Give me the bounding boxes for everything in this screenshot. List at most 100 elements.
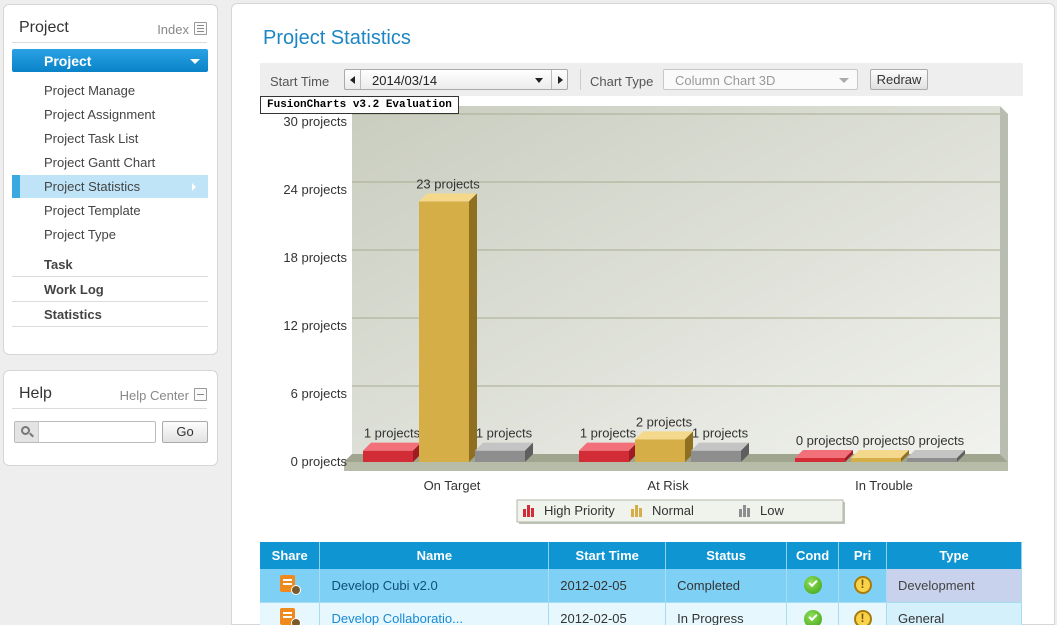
bar-low <box>691 450 741 462</box>
help-panel-title: Help <box>19 385 52 402</box>
col-header-start-time[interactable]: Start Time <box>548 542 667 569</box>
share-cell[interactable] <box>260 569 321 603</box>
chart-floor-edge <box>344 462 1008 471</box>
bar-high-priority <box>363 450 413 462</box>
chart-toolbar: Start Time 2014/03/14 Chart Type Column … <box>260 63 1023 96</box>
data-label: 1 projects <box>580 426 637 441</box>
sidebar-group-task[interactable]: Task <box>12 252 208 277</box>
evaluation-badge: FusionCharts v3.2 Evaluation <box>260 96 459 114</box>
index-list-icon[interactable] <box>194 22 207 35</box>
share-document-icon[interactable] <box>279 573 301 595</box>
share-cell[interactable] <box>260 602 321 625</box>
next-date-icon[interactable] <box>551 70 567 89</box>
project-name[interactable]: Develop Collaboratio... <box>319 602 550 625</box>
legend-swatch <box>639 508 642 517</box>
x-tick-label: On Target <box>424 478 481 493</box>
start-time-label: Start Time <box>270 74 330 89</box>
legend-swatch <box>523 509 526 517</box>
project-panel: Project Index Project Project Manage Pro… <box>3 4 218 355</box>
sidebar-item-label: Project Task List <box>44 131 139 146</box>
share-document-icon[interactable] <box>279 606 301 625</box>
data-label: 2 projects <box>636 414 693 429</box>
legend-label: High Priority <box>544 503 615 518</box>
collapse-icon[interactable] <box>194 388 207 401</box>
check-icon <box>803 609 822 625</box>
col-header-cond[interactable]: Cond <box>786 542 840 569</box>
search-icon[interactable] <box>15 422 39 442</box>
cond-cell <box>786 569 840 603</box>
chart-type-select[interactable]: Column Chart 3D <box>663 69 858 90</box>
project-name[interactable]: Develop Cubi v2.0 <box>319 569 550 603</box>
project-table: Share Name Start Time Status Cond Pri Ty… <box>260 542 1022 625</box>
legend-label: Low <box>760 503 784 518</box>
legend-swatch <box>527 505 530 517</box>
legend-swatch <box>747 508 750 517</box>
sidebar-item-label: Project Template <box>44 203 141 218</box>
data-label: 1 projects <box>364 426 421 441</box>
legend-label: Normal <box>652 503 694 518</box>
sidebar-group-statistics[interactable]: Statistics <box>12 302 208 327</box>
bar-top-face <box>579 442 637 451</box>
project-panel-header: Project Index <box>12 5 207 43</box>
help-center-link[interactable]: Help Center <box>120 388 189 403</box>
sidebar-item-label: Project Gantt Chart <box>44 155 156 170</box>
project-status: In Progress <box>665 602 788 625</box>
project-section-label: Project <box>44 53 92 69</box>
bar-high-priority <box>579 450 629 462</box>
redraw-button[interactable]: Redraw <box>870 69 928 90</box>
pri-cell <box>838 602 888 625</box>
column-chart-3d: 0 projects 6 projects 12 projects 18 projec… <box>283 106 1008 524</box>
sidebar-item-project-gantt-chart[interactable]: Project Gantt Chart <box>12 151 208 174</box>
check-icon <box>803 576 822 595</box>
data-label: 23 projects <box>416 176 480 191</box>
warning-icon <box>853 576 872 595</box>
y-tick-label: 24 projects <box>283 182 347 197</box>
col-header-share[interactable]: Share <box>260 542 321 569</box>
sidebar-group-label: Statistics <box>44 307 102 322</box>
data-label: 0 projects <box>852 433 909 448</box>
legend-swatch <box>635 505 638 517</box>
pri-cell <box>838 569 888 603</box>
table-row[interactable]: Develop Cubi v2.0 2012-02-05 Completed D… <box>260 569 1022 603</box>
chevron-down-icon[interactable] <box>535 78 543 83</box>
table-row[interactable]: Develop Collaboratio... 2012-02-05 In Pr… <box>260 602 1022 625</box>
prev-date-icon[interactable] <box>345 70 361 89</box>
sidebar-item-project-task-list[interactable]: Project Task List <box>12 127 208 150</box>
go-button[interactable]: Go <box>162 421 208 443</box>
y-tick-label: 6 projects <box>291 386 348 401</box>
data-label: 1 projects <box>476 426 533 441</box>
index-link[interactable]: Index <box>157 22 189 37</box>
help-panel: Help Help Center Go <box>3 370 218 466</box>
sidebar-item-project-type[interactable]: Project Type <box>12 223 208 246</box>
project-type: General <box>886 602 1022 625</box>
bar-top-face <box>363 442 421 451</box>
chevron-right-icon <box>192 183 196 191</box>
sidebar-item-project-assignment[interactable]: Project Assignment <box>12 103 208 126</box>
toolbar-divider <box>580 69 581 90</box>
col-header-name[interactable]: Name <box>319 542 550 569</box>
y-tick-label: 12 projects <box>283 318 347 333</box>
sidebar-group-work-log[interactable]: Work Log <box>12 277 208 302</box>
col-header-type[interactable]: Type <box>886 542 1022 569</box>
start-time-picker[interactable]: 2014/03/14 <box>344 69 568 90</box>
bar-top-face <box>851 450 909 458</box>
sidebar-item-label: Project Type <box>44 227 117 242</box>
y-tick-label: 0 projects <box>291 454 348 469</box>
project-section-toggle[interactable]: Project <box>12 49 208 72</box>
col-header-status[interactable]: Status <box>665 542 788 569</box>
project-start-time: 2012-02-05 <box>548 602 667 625</box>
bar-normal <box>635 439 685 462</box>
bar-top-face <box>419 193 477 202</box>
sidebar-item-label: Project Assignment <box>44 107 156 122</box>
sidebar-item-project-manage[interactable]: Project Manage <box>12 79 208 102</box>
help-search-input[interactable] <box>41 423 153 441</box>
chevron-down-icon <box>839 78 849 83</box>
data-label: 0 projects <box>796 433 853 448</box>
chevron-down-icon <box>190 59 200 64</box>
col-header-pri[interactable]: Pri <box>838 542 888 569</box>
sidebar-item-project-template[interactable]: Project Template <box>12 199 208 222</box>
bar-normal <box>851 458 901 462</box>
sidebar-item-project-statistics[interactable]: Project Statistics <box>12 175 208 198</box>
help-search-box <box>14 421 156 443</box>
project-panel-title: Project <box>19 19 69 36</box>
